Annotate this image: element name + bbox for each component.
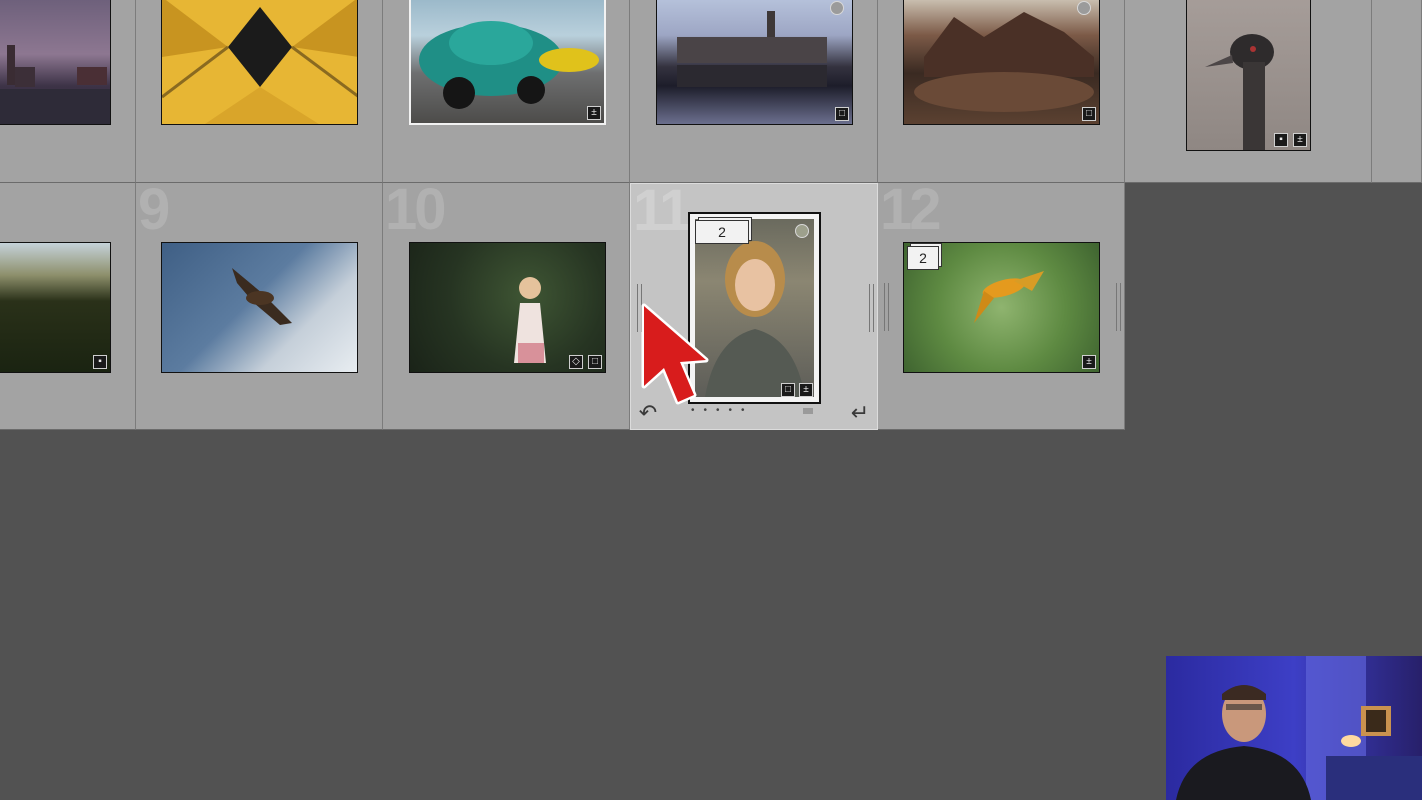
cell-number: 9 [138,177,170,242]
grid-cell-row1-7[interactable] [1372,0,1422,183]
develop-adjust-icon[interactable]: ± [1082,355,1096,369]
comment-icon[interactable]: ▪ [93,355,107,369]
beetle-car-image [419,21,599,109]
photo-thumbnail-beetle-car[interactable]: ± [409,0,606,125]
crop-icon[interactable]: □ [781,383,795,397]
crop-icon[interactable]: □ [835,107,849,121]
stack-collapse-handle-left[interactable] [884,283,889,331]
river-town-image [677,11,827,87]
presenter-webcam-overlay [1166,656,1422,800]
city-skyline-image [0,45,110,124]
develop-adjust-icon[interactable]: ± [1293,133,1307,147]
girl-image [514,277,546,363]
grid-cell-row2-9[interactable]: 9 [136,177,383,430]
pick-flag-dot[interactable] [795,224,809,238]
photo-thumbnail-field[interactable]: ▪ [0,242,111,373]
rotate-right-icon[interactable]: ↵ [849,402,871,424]
grid-cell-row1-4[interactable]: □ [630,0,878,183]
grid-cell-row2-10[interactable]: 10 ◇ □ [383,177,630,430]
emu-image [1205,34,1274,150]
develop-adjust-icon[interactable]: ± [587,106,601,120]
crop-icon[interactable]: □ [588,355,602,369]
presenter-video-image [1166,656,1422,800]
cube-houses-image [162,0,357,124]
grid-cell-row1-6[interactable]: ▪ ± [1125,0,1372,183]
photo-thumbnail-river-town[interactable]: □ [656,0,853,125]
pick-flag-dot[interactable] [1077,1,1091,15]
develop-adjust-icon[interactable]: ± [799,383,813,397]
grid-cell-row2-12[interactable]: 12 ± 2 [878,177,1125,430]
comment-icon[interactable]: ▪ [1274,133,1288,147]
mouse-cursor-arrow [641,303,709,405]
photo-thumbnail-cube-houses[interactable] [161,0,358,125]
red-rocks-image [914,12,1094,112]
cell-number: 11 [633,178,691,243]
photo-thumbnail-red-rocks[interactable]: □ [903,0,1100,125]
cell-number: 10 [385,177,446,242]
photo-thumbnail-eagle[interactable] [161,242,358,373]
cell-number: 12 [880,177,941,242]
grid-cell-row1-1[interactable] [0,0,136,183]
eagle-image [232,268,292,325]
grid-cell-row2-8[interactable]: ▪ [0,183,136,430]
grid-cell-row1-5[interactable]: □ [878,0,1125,183]
stack-count-badge[interactable]: 2 [907,246,939,270]
grid-cell-row1-3[interactable]: ± [383,0,630,183]
stack-collapse-handle-right[interactable] [1116,283,1121,331]
photo-thumbnail-emu[interactable]: ▪ ± [1186,0,1311,151]
photo-thumbnail-girl[interactable]: ◇ □ [409,242,606,373]
woman-portrait-image [695,219,814,397]
stack-count-badge[interactable]: 2 [695,220,749,244]
stack-collapse-handle-right[interactable] [869,284,874,332]
crop-icon[interactable]: □ [1082,107,1096,121]
keyword-tag-icon[interactable]: ◇ [569,355,583,369]
grid-cell-row1-2[interactable] [136,0,383,183]
color-label-swatch[interactable] [803,408,813,414]
pick-flag-dot[interactable] [830,1,844,15]
photo-thumbnail-city[interactable] [0,0,111,125]
